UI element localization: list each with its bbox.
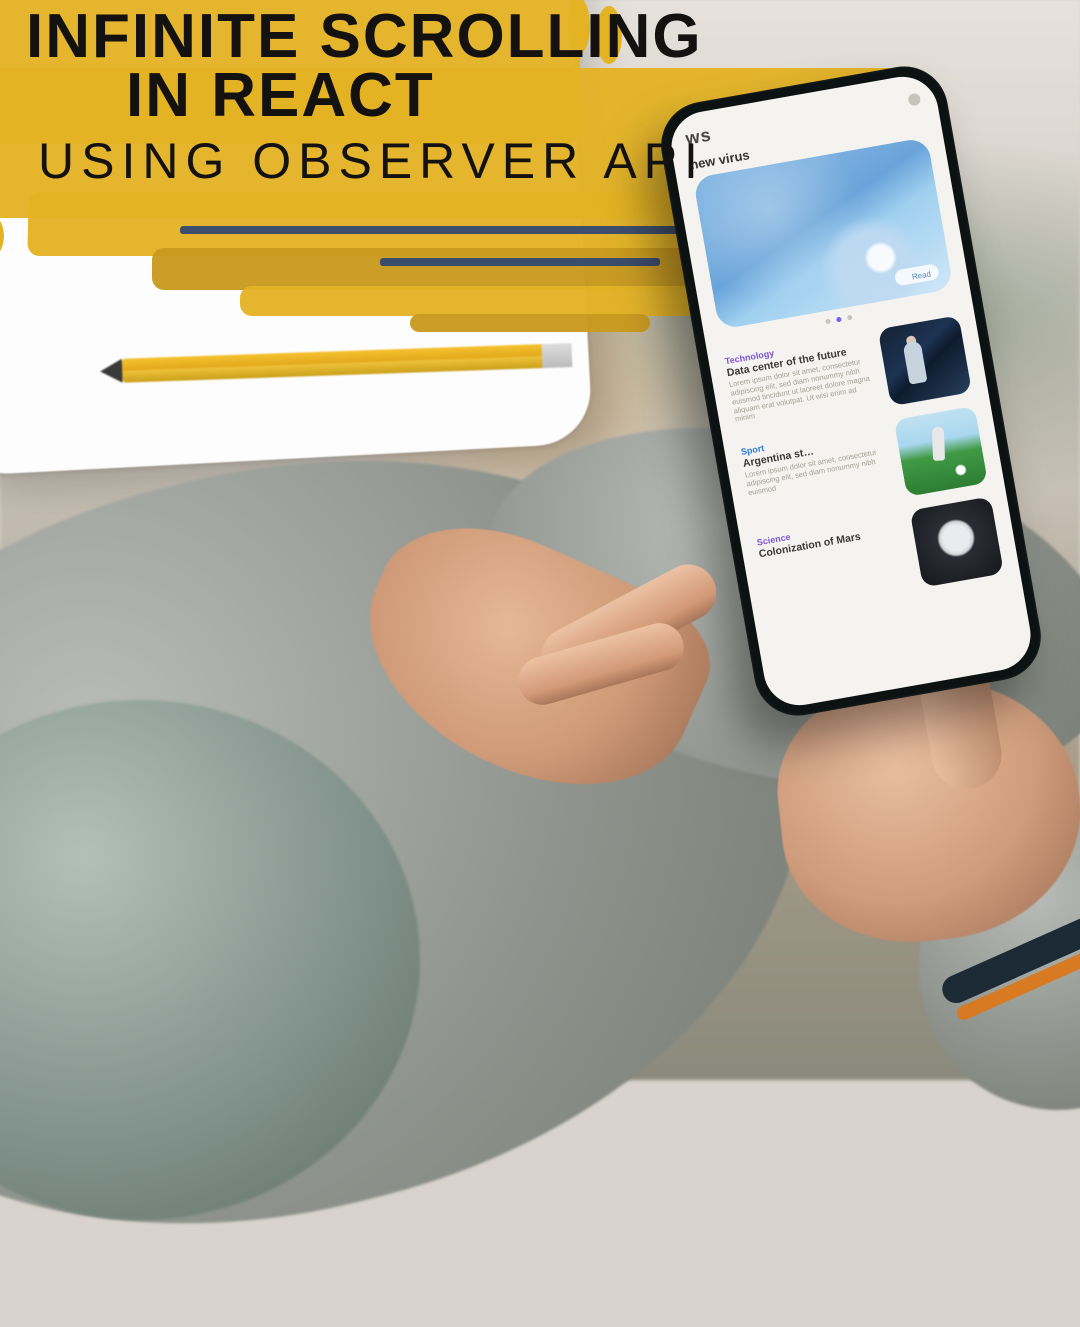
white-tablet-shape: [0, 0, 593, 476]
thumbnail-datacenter: [878, 315, 972, 406]
thumbnail-space: [910, 496, 1004, 587]
hero-card[interactable]: Read: [693, 137, 954, 330]
thumbnail-sport: [894, 406, 988, 497]
read-button[interactable]: Read: [911, 269, 931, 281]
gear-icon[interactable]: [907, 92, 921, 106]
app-title: ws: [684, 125, 713, 150]
